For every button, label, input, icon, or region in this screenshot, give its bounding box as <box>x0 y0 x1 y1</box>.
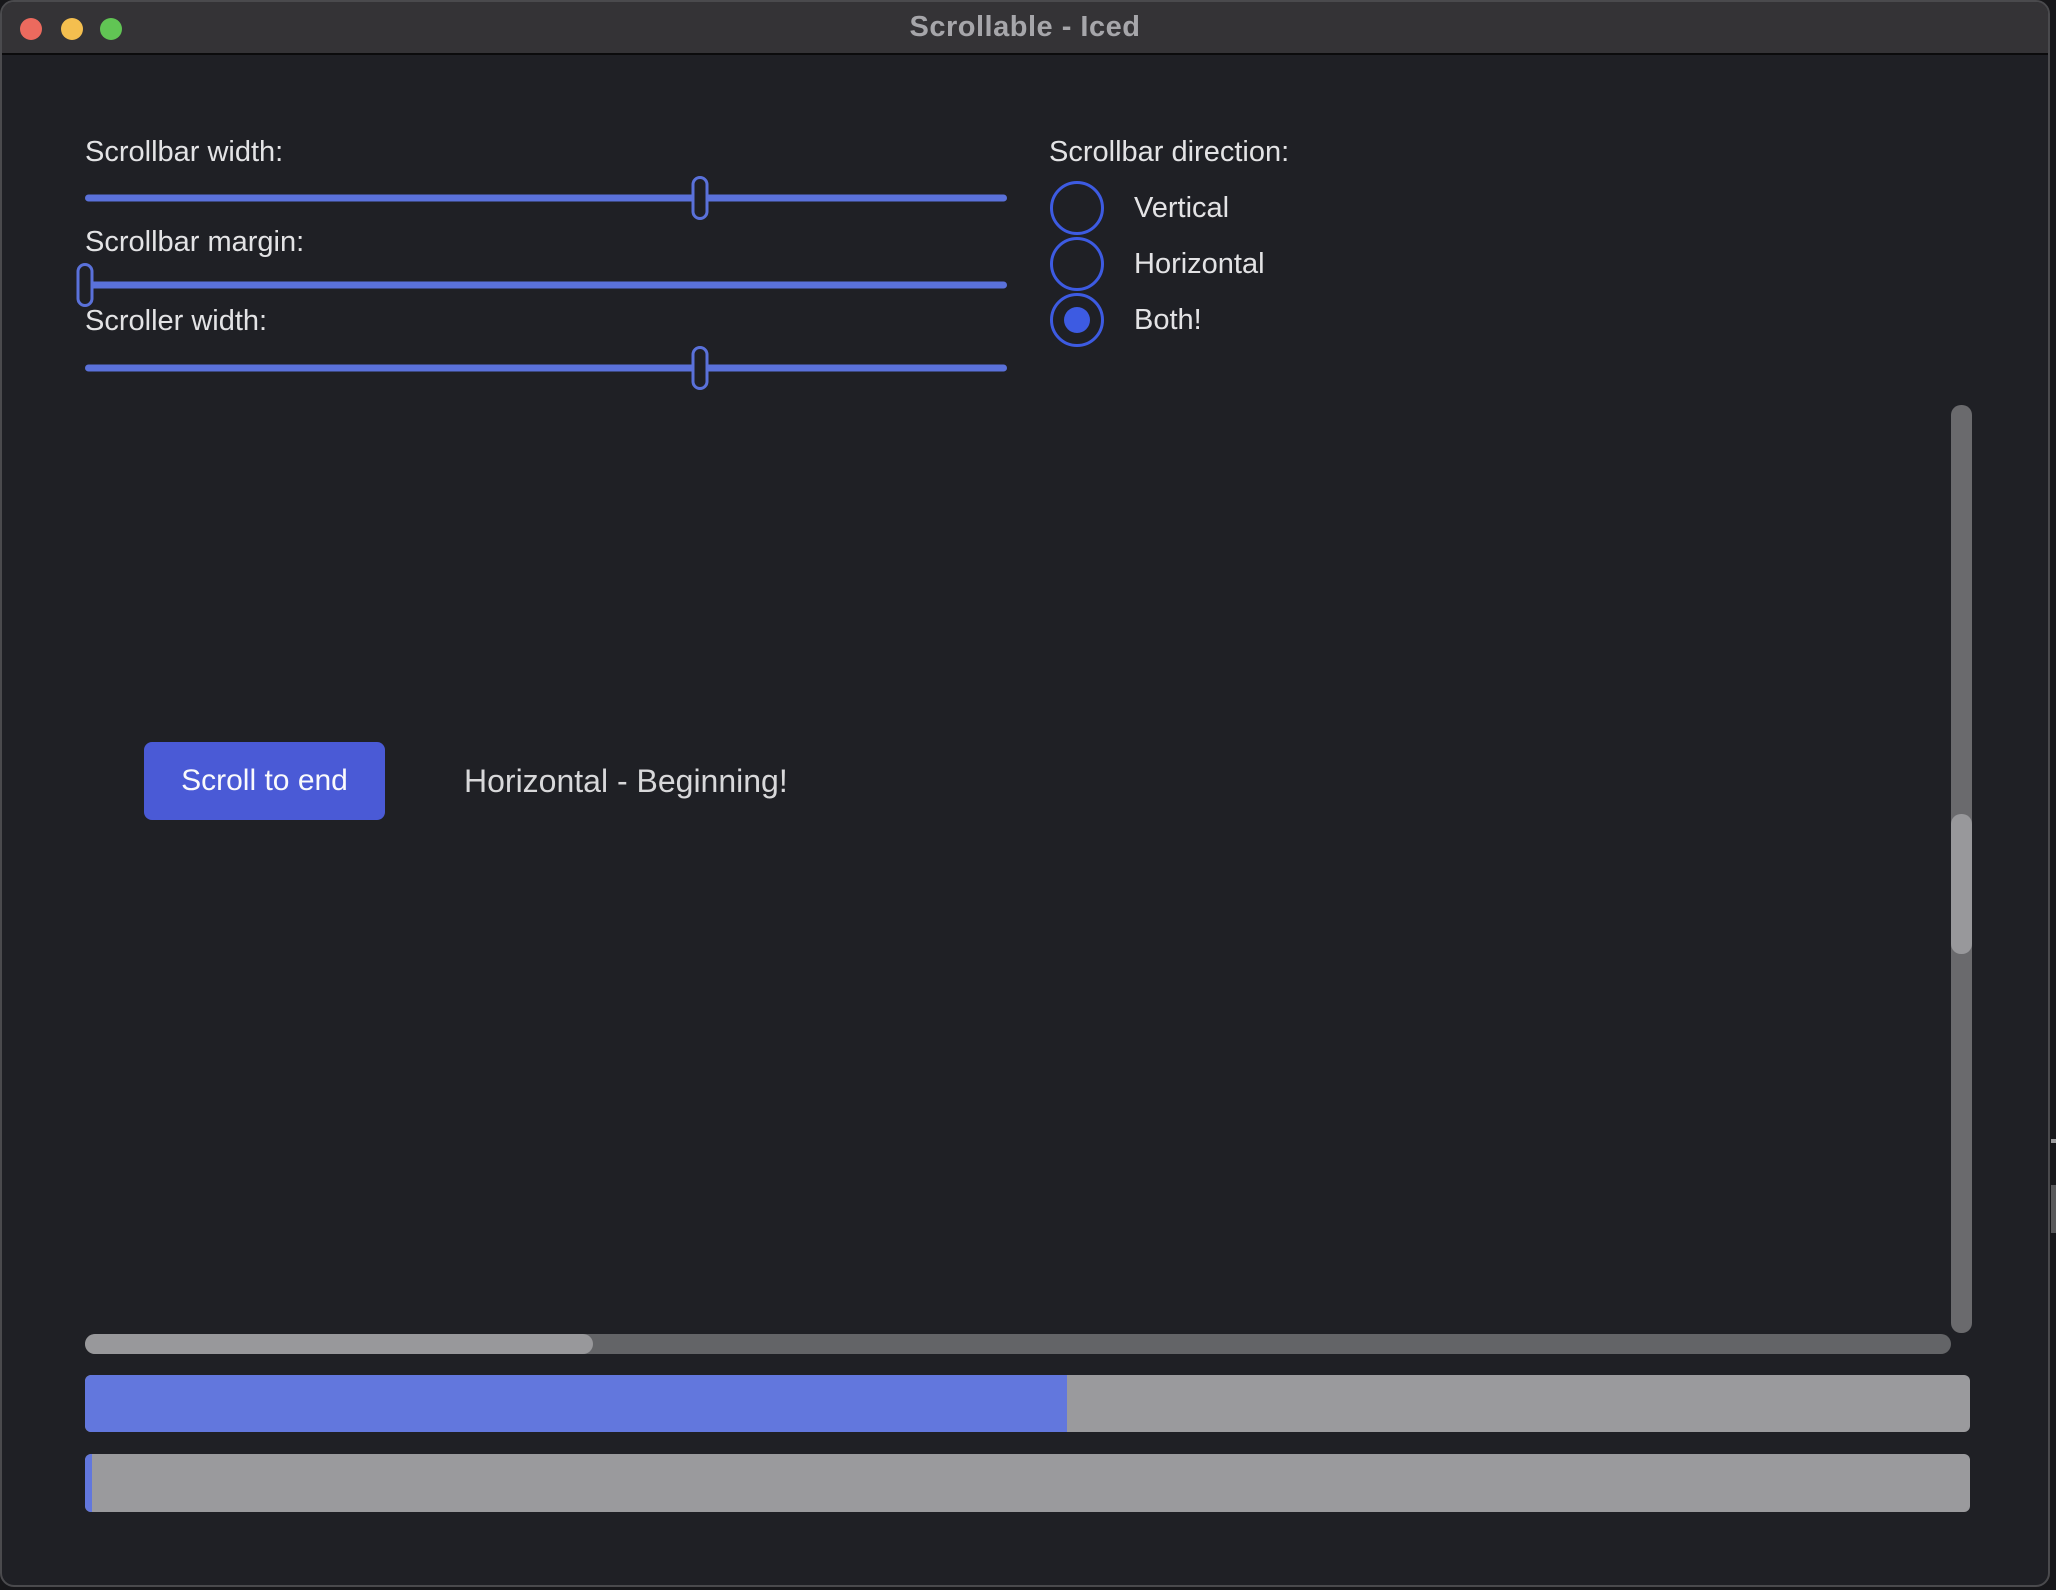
vertical-scrollbar-track[interactable] <box>1951 405 1972 1333</box>
radio-icon[interactable] <box>1050 237 1104 291</box>
background-artifact <box>2051 1185 2056 1233</box>
radio-label: Vertical <box>1134 192 1229 225</box>
background-artifact <box>2051 1139 2056 1143</box>
progress-fill <box>85 1454 92 1512</box>
vertical-progress-bar <box>85 1454 1970 1512</box>
radio-label: Both! <box>1134 304 1202 337</box>
slider-handle[interactable] <box>77 263 94 307</box>
scroller-width-slider[interactable] <box>85 346 1007 390</box>
vertical-scrollbar-thumb[interactable] <box>1951 814 1972 954</box>
horizontal-scrollbar-thumb[interactable] <box>85 1334 593 1354</box>
slider-rail <box>85 282 1007 289</box>
scroll-to-end-button[interactable]: Scroll to end <box>144 742 385 820</box>
scrollbar-margin-slider[interactable] <box>85 263 1007 307</box>
minimize-button[interactable] <box>61 18 83 40</box>
radio-option-both[interactable]: Both! <box>1050 293 1202 347</box>
app-window: Scrollable - Iced Scrollbar width: Scrol… <box>0 0 2050 1587</box>
slider-handle[interactable] <box>691 176 708 220</box>
scrollbar-width-label: Scrollbar width: <box>85 136 283 169</box>
slider-handle[interactable] <box>691 346 708 390</box>
slider-rail <box>85 195 1007 202</box>
scroll-status-text: Horizontal - Beginning! <box>464 742 788 820</box>
zoom-button[interactable] <box>100 18 122 40</box>
scrollbar-direction-label: Scrollbar direction: <box>1049 136 1289 169</box>
scrollbar-margin-label: Scrollbar margin: <box>85 226 304 259</box>
radio-option-vertical[interactable]: Vertical <box>1050 181 1229 235</box>
horizontal-scrollbar-track[interactable] <box>85 1334 1951 1354</box>
radio-option-horizontal[interactable]: Horizontal <box>1050 237 1265 291</box>
radio-label: Horizontal <box>1134 248 1265 281</box>
horizontal-progress-bar <box>85 1375 1970 1432</box>
radio-dot-icon <box>1064 307 1090 333</box>
slider-rail <box>85 365 1007 372</box>
scrollable-area[interactable] <box>85 404 1972 1354</box>
progress-fill <box>85 1375 1067 1432</box>
scroller-width-label: Scroller width: <box>85 305 267 338</box>
window-title: Scrollable - Iced <box>910 11 1141 44</box>
titlebar: Scrollable - Iced <box>2 2 2048 55</box>
close-button[interactable] <box>20 18 42 40</box>
radio-icon[interactable] <box>1050 181 1104 235</box>
scrollbar-width-slider[interactable] <box>85 176 1007 220</box>
radio-icon[interactable] <box>1050 293 1104 347</box>
